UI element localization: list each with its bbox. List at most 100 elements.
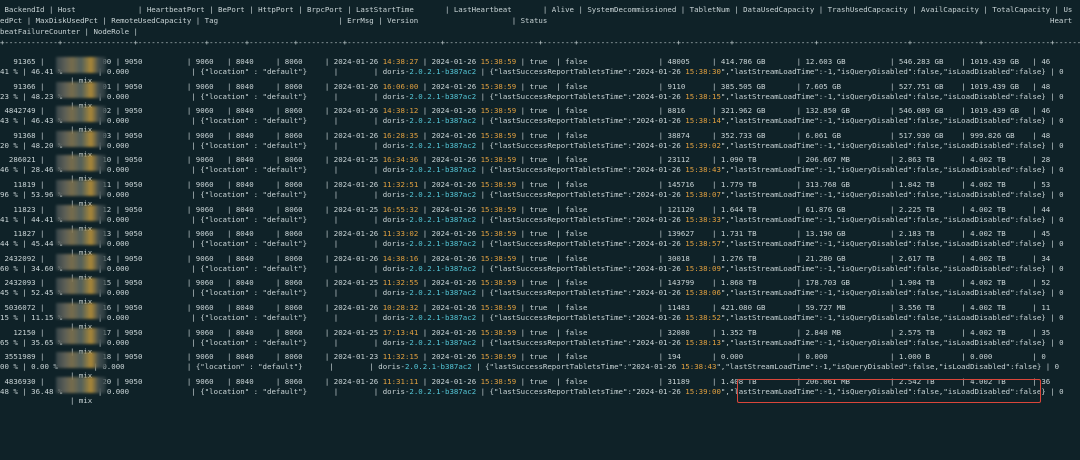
start-date: 2024-01-26	[333, 57, 383, 66]
version: 2.0.2.1-b387ac2	[409, 288, 477, 298]
avail: 2.225 TB |	[898, 204, 971, 214]
report-time: 15:38:14	[685, 116, 721, 126]
ports: 9050 | 9060 | 8040 | 8060 |	[124, 253, 334, 263]
hb-date: | 2024-01-26	[418, 106, 481, 116]
header-line-1: BackendId | Host | HeartbeatPort | BePor…	[0, 5, 1073, 14]
version: 2.0.2.1-b387ac2	[409, 116, 477, 126]
tag: {"location" : "default"} | |	[200, 288, 383, 298]
total: 1019.439 GB |	[970, 81, 1042, 91]
status-prefix: | {"lastSuccessReportTabletsTime":"2024-…	[476, 288, 686, 298]
data-used: 321.962 GB |	[720, 106, 806, 116]
version-prefix: doris-	[382, 165, 410, 175]
used-end: 53	[1041, 180, 1051, 189]
trash-used: 13.190 GB |	[805, 229, 899, 239]
start-date: 2024-01-26	[333, 180, 383, 189]
status-suffix: ","lastStreamLoadTime":-1,"isQueryDisabl…	[720, 263, 1064, 273]
start-date: 2024-01-26	[333, 81, 383, 91]
hb-time: 15:38:59	[480, 229, 517, 239]
remote-used: 0.000 |	[106, 190, 201, 199]
backend-id: 4836930 |	[0, 376, 49, 386]
version: 2.0.2.1-b387ac2	[409, 313, 477, 322]
version-prefix: doris-	[378, 362, 405, 372]
alive: | true | false |	[516, 130, 668, 140]
alive: | true | false |	[516, 376, 668, 386]
version-prefix: doris-	[382, 263, 410, 273]
header-line-2: edPct | MaxDiskUsedPct | RemoteUsedCapac…	[0, 16, 548, 25]
total: 1019.439 GB |	[970, 57, 1042, 66]
report-time: 15:39:00	[685, 386, 721, 396]
hb-time: 15:38:59	[480, 327, 517, 337]
ports: 9050 | 9060 | 8040 | 8060 |	[124, 229, 334, 239]
report-time: 15:38:09	[685, 263, 721, 273]
alive: | true | false |	[516, 204, 668, 214]
backend-id: 91365 |	[0, 57, 49, 66]
version: 2.0.2.1-b387ac2	[409, 239, 477, 249]
version-prefix: doris-	[382, 190, 410, 199]
redacted-host-blur	[56, 303, 106, 319]
data-used: 1.352 TB |	[720, 327, 806, 337]
table-row-detail: 45 % | 52.45 % | 0.000 | {"location" : "…	[0, 287, 1064, 298]
tag: {"location" : "default"} | |	[200, 140, 383, 150]
used-end: 45	[1041, 229, 1051, 239]
version-prefix: doris-	[382, 313, 410, 322]
status-suffix: ","lastStreamLoadTime":-1,"isQueryDisabl…	[716, 362, 1060, 372]
used-end: 11	[1041, 303, 1051, 312]
used-end: 52	[1041, 278, 1051, 288]
data-used: 1.276 TB |	[720, 253, 806, 263]
trash-used: 0.000 |	[805, 352, 899, 362]
remote-used: 0.000 |	[106, 67, 201, 76]
avail: 1.000 B |	[898, 352, 971, 362]
alive: | true | false |	[516, 253, 668, 263]
tag: {"location" : "default"} | |	[200, 214, 383, 224]
used-end: 0	[1041, 352, 1046, 362]
hb-date: | 2024-01-26	[418, 303, 481, 312]
hb-date: | 2024-01-26	[418, 278, 481, 288]
hb-time: 15:38:59	[480, 352, 517, 362]
version: 2.0.2.1-b387ac2	[409, 214, 477, 224]
hb-date: | 2024-01-26	[418, 155, 481, 165]
status-prefix: | {"lastSuccessReportTabletsTime":"2024-…	[476, 386, 686, 396]
start-time: 14:38:12	[382, 106, 419, 116]
start-time: 14:38:16	[382, 253, 419, 263]
hb-time: 15:38:59	[480, 278, 517, 288]
ports: 9050 | 9060 | 8040 | 8060 |	[124, 106, 334, 116]
redacted-host-blur	[56, 155, 106, 172]
total: 4.002 TB |	[970, 229, 1042, 239]
hb-time: 15:38:59	[480, 106, 517, 116]
ports: 9050 | 9060 | 8040 | 8060 |	[124, 180, 334, 189]
report-time: 15:38:07	[685, 190, 721, 199]
tag: {"location" : "default"} | |	[200, 91, 383, 101]
tag: {"location" : "default"} | |	[200, 239, 383, 249]
trash-used: 2.840 MB |	[805, 327, 899, 337]
start-time: 17:13:41	[382, 327, 419, 337]
hb-date: | 2024-01-26	[418, 57, 481, 66]
status-suffix: ","lastStreamLoadTime":-1,"isQueryDisabl…	[720, 288, 1064, 298]
table-row-detail: 96 % | 53.96 % | 0.000 | {"location" : "…	[0, 189, 1064, 200]
data-used: 1.090 TB |	[720, 155, 806, 165]
start-date: 2024-01-23	[333, 352, 383, 362]
backend-id: 11823 |	[0, 204, 49, 214]
version-prefix: doris-	[382, 67, 410, 76]
tablet-num: 8816 |	[667, 106, 721, 116]
hb-time: 15:38:59	[480, 180, 517, 189]
status-suffix: ","lastStreamLoadTime":-1,"isQueryDisabl…	[720, 116, 1064, 126]
used-pct: 20 % |	[0, 140, 32, 150]
total: 4.002 TB |	[970, 253, 1042, 263]
ports: 9050 | 9060 | 8040 | 8060 |	[124, 278, 334, 288]
tablet-num: 11483 |	[667, 303, 721, 312]
tablet-num: 48005 |	[667, 57, 721, 66]
status-prefix: | {"lastSuccessReportTabletsTime":"2024-…	[476, 165, 686, 175]
start-date: 2024-01-26	[333, 253, 383, 263]
version-prefix: doris-	[382, 337, 410, 347]
used-pct: 00 % |	[0, 362, 32, 372]
backend-id: 286021 |	[0, 155, 49, 165]
redacted-host-blur	[56, 204, 106, 221]
start-time: 10:28:32	[382, 303, 419, 312]
total: 4.002 TB |	[970, 303, 1042, 312]
status-suffix: ","lastStreamLoadTime":-1,"isQueryDisabl…	[720, 190, 1064, 199]
status-suffix: ","lastStreamLoadTime":-1,"isQueryDisabl…	[720, 337, 1064, 347]
ports: 9050 | 9060 | 8040 | 8060 |	[124, 81, 334, 91]
avail: 2.183 TB |	[898, 229, 971, 239]
backend-id: 3551989 |	[0, 352, 49, 362]
hb-date: | 2024-01-26	[418, 204, 481, 214]
